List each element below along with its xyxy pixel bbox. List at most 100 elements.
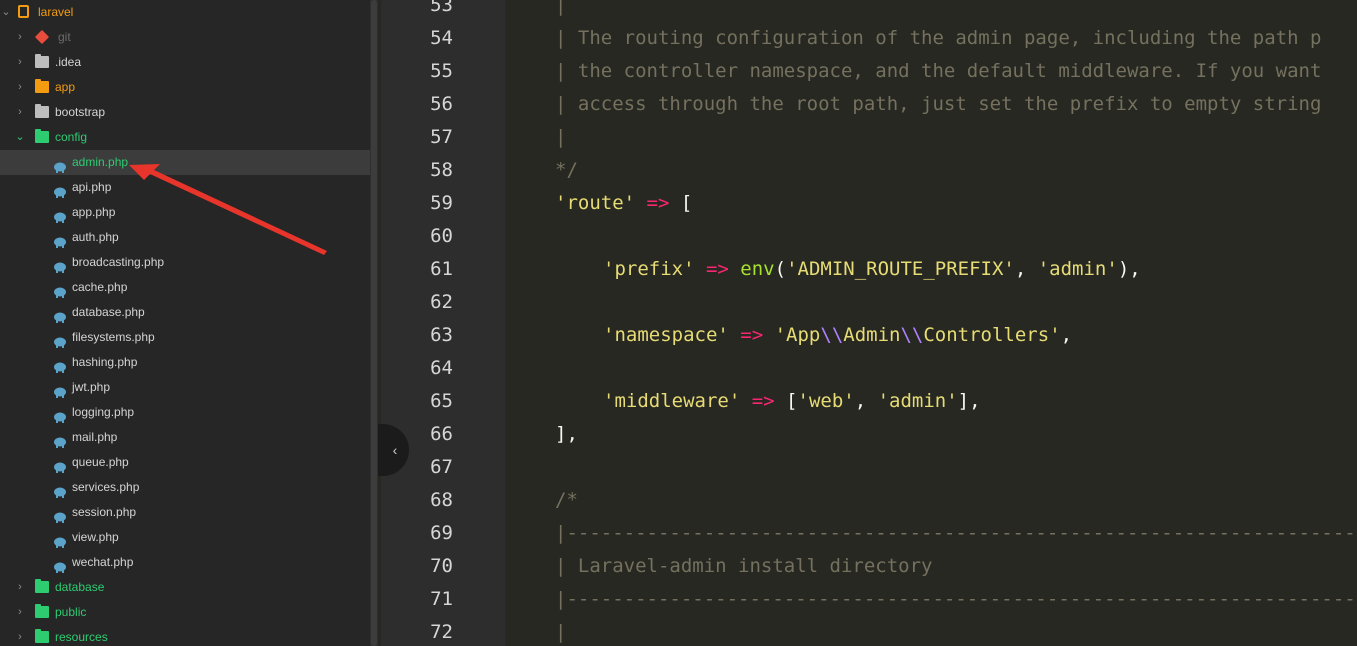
tree-file-app-php[interactable]: app.php [0, 200, 370, 225]
code-line-middleware: 'middleware' => ['web', 'admin'], [603, 385, 981, 418]
php-file-icon [53, 532, 67, 548]
tree-root-laravel[interactable]: ⌄ laravel [0, 0, 370, 25]
code-token-string: Controllers' [923, 324, 1061, 346]
line-number: 63 [430, 324, 453, 346]
code-line-close: ], [555, 423, 578, 445]
git-icon [34, 29, 50, 45]
line-number: 61 [430, 258, 453, 280]
chevron-down-icon[interactable]: ⌄ [0, 0, 12, 25]
line-number: 72 [430, 621, 453, 643]
tree-file-mail-php[interactable]: mail.php [0, 425, 370, 450]
tree-item-resources[interactable]: › resources [0, 625, 370, 646]
code-line-prefix: 'prefix' => env('ADMIN_ROUTE_PREFIX', 'a… [603, 253, 1141, 286]
line-number: 56 [430, 93, 453, 115]
code-token-string: 'admin' [877, 390, 958, 412]
code-line-namespace: 'namespace' => 'App\\Admin\\Controllers'… [603, 319, 1072, 352]
tree-label: auth.php [72, 230, 119, 244]
code-token-function: env [740, 258, 775, 280]
code-token-escape: \\ [900, 324, 924, 346]
php-file-icon [53, 407, 67, 423]
tree-label: resources [55, 630, 108, 644]
chevron-right-icon[interactable]: › [14, 50, 26, 75]
chevron-right-icon[interactable]: › [14, 75, 26, 100]
php-file-icon [53, 332, 67, 348]
tree-file-session-php[interactable]: session.php [0, 500, 370, 525]
line-number: 65 [430, 390, 453, 412]
chevron-down-icon[interactable]: ⌄ [14, 125, 26, 150]
tree-label: database.php [72, 305, 145, 319]
code-token-operator: => [728, 324, 775, 346]
tree-file-jwt-php[interactable]: jwt.php [0, 375, 370, 400]
tree-item-idea[interactable]: › .idea [0, 50, 370, 75]
chevron-right-icon[interactable]: › [14, 575, 26, 600]
tree-item-database[interactable]: › database [0, 575, 370, 600]
chevron-right-icon[interactable]: › [14, 625, 26, 646]
tree-label: database [55, 580, 105, 594]
code-token-escape: \\ [820, 324, 844, 346]
tree-file-filesystems-php[interactable]: filesystems.php [0, 325, 370, 350]
tree-item-config[interactable]: ⌄ config [0, 125, 370, 150]
tree-file-auth-php[interactable]: auth.php [0, 225, 370, 250]
chevron-right-icon[interactable]: › [14, 25, 26, 50]
tree-file-wechat-php[interactable]: wechat.php [0, 550, 370, 575]
php-file-icon [53, 257, 67, 273]
tree-label: services.php [72, 480, 140, 494]
line-number: 69 [430, 522, 453, 544]
tree-item-git[interactable]: › git [0, 25, 370, 50]
line-number: 68 [430, 489, 453, 511]
code-line-route: 'route' => [ [555, 187, 692, 220]
php-file-icon [53, 207, 67, 223]
tree-file-view-php[interactable]: view.php [0, 525, 370, 550]
line-number: 58 [430, 159, 453, 181]
code-line-comment: */ [555, 159, 578, 181]
tree-item-bootstrap[interactable]: › bootstrap [0, 100, 370, 125]
tree-file-logging-php[interactable]: logging.php [0, 400, 370, 425]
code-line-comment: | [555, 0, 567, 16]
code-token-string: 'web' [797, 390, 855, 412]
chevron-right-icon[interactable]: › [14, 600, 26, 625]
php-file-icon [53, 357, 67, 373]
scrollbar-thumb[interactable] [371, 0, 377, 646]
tree-file-api-php[interactable]: api.php [0, 175, 370, 200]
folder-icon [35, 79, 49, 93]
code-token-comma: , [1060, 324, 1073, 346]
tree-label: broadcasting.php [72, 255, 165, 269]
tree-file-broadcasting-php[interactable]: broadcasting.php [0, 250, 370, 275]
code-token-string: Admin [843, 324, 901, 346]
folder-icon [35, 54, 49, 68]
code-token-comma: , [1014, 258, 1038, 280]
php-file-icon [53, 382, 67, 398]
line-number: 59 [430, 192, 453, 214]
php-file-icon [53, 282, 67, 298]
tree-label: git [58, 30, 71, 44]
tree-label: cache.php [72, 280, 128, 294]
code-token-string: 'App [774, 324, 821, 346]
code-line-comment: | [555, 126, 567, 148]
code-line-comment: |---------------------------------------… [555, 522, 1357, 544]
sidebar-scrollbar[interactable] [370, 0, 378, 646]
php-file-icon [53, 557, 67, 573]
tree-file-hashing-php[interactable]: hashing.php [0, 350, 370, 375]
php-file-icon [53, 157, 67, 173]
folder-open-icon [35, 129, 49, 143]
tree-label: mail.php [72, 430, 118, 444]
php-file-icon [53, 457, 67, 473]
code-token-operator: => [694, 258, 741, 280]
code-token-string: 'prefix' [603, 258, 695, 280]
tree-label: logging.php [72, 405, 135, 419]
tree-label: session.php [72, 505, 137, 519]
tree-file-services-php[interactable]: services.php [0, 475, 370, 500]
code-token-bracket: [ [680, 192, 693, 214]
tree-file-admin-php[interactable]: admin.php [0, 150, 370, 175]
chevron-right-icon[interactable]: › [14, 100, 26, 125]
line-number: 71 [430, 588, 453, 610]
tree-label: filesystems.php [72, 330, 155, 344]
tree-file-queue-php[interactable]: queue.php [0, 450, 370, 475]
folder-icon [35, 104, 49, 118]
folder-icon [35, 629, 49, 643]
tree-item-app[interactable]: › app [0, 75, 370, 100]
tree-item-public[interactable]: › public [0, 600, 370, 625]
code-token-comma: , [854, 390, 878, 412]
tree-file-database-php[interactable]: database.php [0, 300, 370, 325]
tree-file-cache-php[interactable]: cache.php [0, 275, 370, 300]
